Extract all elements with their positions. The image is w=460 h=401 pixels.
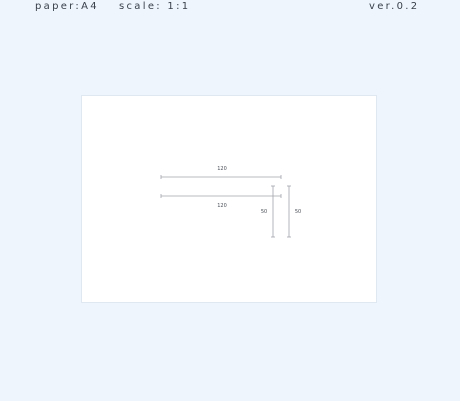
dimension-value-label: 120 <box>217 203 227 209</box>
paper-size-label: paper:A4 <box>35 1 99 12</box>
dimension-value-label: 120 <box>217 166 227 172</box>
dimension-bottom-horizontal[interactable]: 120 <box>160 194 282 209</box>
dimension-value-label: 50 <box>295 209 301 215</box>
version-label: ver.0.2 <box>369 1 420 12</box>
dimension-value-label: 50 <box>261 209 267 215</box>
drawing-canvas[interactable]: 120 120 50 50 <box>81 95 377 303</box>
dimension-top-horizontal[interactable]: 120 <box>160 166 282 179</box>
top-status-bar: paper:A4 scale: 1:1 ver.0.2 <box>0 0 460 16</box>
drawing-svg: 120 120 50 50 <box>160 166 301 238</box>
scale-label: scale: 1:1 <box>119 1 191 12</box>
dimension-left-vertical[interactable]: 50 <box>261 185 275 238</box>
dimension-right-vertical[interactable]: 50 <box>287 185 301 238</box>
